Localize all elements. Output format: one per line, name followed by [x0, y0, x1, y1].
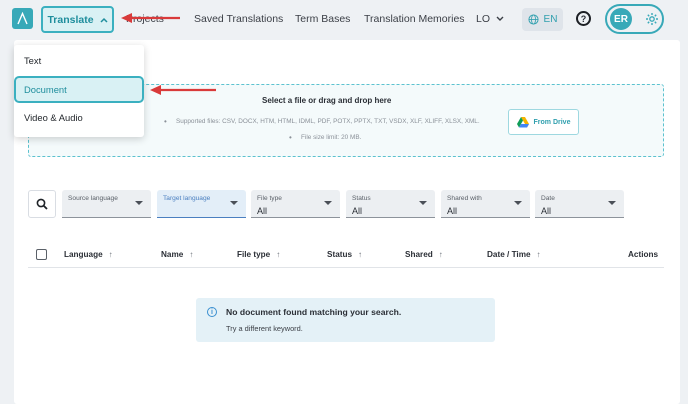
empty-state-banner: i No document found matching your search… — [196, 298, 495, 342]
empty-state-subtitle: Try a different keyword. — [226, 324, 303, 333]
translate-menu-button[interactable]: Translate — [41, 6, 114, 33]
top-navigation: Translate Projects Saved Translations Te… — [0, 0, 688, 42]
column-header-language[interactable]: Language ↑ — [64, 250, 113, 259]
filter-shared-with[interactable]: Shared with All — [441, 190, 530, 218]
translate-label: Translate — [47, 13, 94, 26]
drop-zone-title: Select a file or drag and drop here — [262, 96, 392, 105]
supported-files-text: Supported files: CSV, DOCX, HTM, HTML, I… — [176, 118, 480, 125]
bullet-dot: • — [289, 133, 292, 142]
menu-item-video-audio[interactable]: Video & Audio — [24, 112, 83, 123]
search-icon — [36, 198, 48, 210]
bullet-dot: • — [164, 117, 167, 126]
caret-down-icon — [324, 201, 332, 205]
filter-status[interactable]: Status All — [346, 190, 435, 218]
column-header-name[interactable]: Name ↑ — [161, 250, 193, 259]
from-drive-button[interactable]: From Drive — [508, 109, 579, 135]
search-button[interactable] — [28, 190, 56, 218]
filter-target-language[interactable]: Target language — [157, 190, 246, 218]
filter-date[interactable]: Date All — [535, 190, 624, 218]
file-size-limit-text: File size limit: 20 MB. — [301, 134, 362, 141]
caret-down-icon — [514, 201, 522, 205]
nav-link-term-bases[interactable]: Term Bases — [295, 13, 350, 25]
menu-item-text[interactable]: Text — [24, 55, 41, 66]
language-selector[interactable]: EN — [522, 8, 563, 31]
google-drive-icon — [516, 116, 529, 127]
user-menu[interactable]: ER — [605, 4, 664, 34]
select-all-checkbox[interactable] — [36, 249, 47, 260]
from-drive-label: From Drive — [533, 118, 571, 126]
globe-icon — [528, 14, 539, 25]
sort-arrow-icon: ↑ — [358, 250, 363, 259]
filter-file-type[interactable]: File type All — [251, 190, 340, 218]
caret-down-icon — [135, 201, 143, 205]
nav-link-saved-translations[interactable]: Saved Translations — [194, 13, 283, 25]
lo-label: LO — [476, 13, 491, 25]
app-logo[interactable] — [12, 8, 33, 29]
column-header-actions: Actions — [628, 250, 659, 259]
chevron-down-icon — [496, 16, 504, 21]
caret-down-icon — [608, 201, 616, 205]
sort-arrow-icon: ↑ — [276, 250, 281, 259]
sort-arrow-icon: ↑ — [108, 250, 113, 259]
caret-down-icon — [230, 201, 238, 205]
table-header-divider — [28, 267, 664, 268]
sort-arrow-icon: ↑ — [438, 250, 443, 259]
column-header-date-time[interactable]: Date / Time ↑ — [487, 250, 541, 259]
empty-state-title: No document found matching your search. — [226, 307, 402, 317]
column-header-status[interactable]: Status ↑ — [327, 250, 362, 259]
nav-link-projects[interactable]: Projects — [126, 13, 164, 25]
caret-down-icon — [419, 201, 427, 205]
nav-link-translation-memories[interactable]: Translation Memories — [364, 13, 465, 25]
sort-arrow-icon: ↑ — [189, 250, 194, 259]
column-header-shared[interactable]: Shared ↑ — [405, 250, 443, 259]
column-header-file-type[interactable]: File type ↑ — [237, 250, 280, 259]
filter-source-language[interactable]: Source language — [62, 190, 151, 218]
gear-icon[interactable] — [645, 12, 659, 26]
menu-item-document[interactable]: Document — [14, 76, 144, 103]
chevron-up-icon — [100, 17, 108, 23]
nav-lo-dropdown[interactable]: LO — [476, 13, 504, 25]
help-icon[interactable]: ? — [576, 11, 591, 26]
logo-icon — [17, 12, 28, 25]
translate-dropdown-menu: Text Document Video & Audio — [14, 45, 144, 137]
avatar[interactable]: ER — [610, 8, 632, 30]
info-icon: i — [207, 307, 217, 317]
sort-arrow-icon: ↑ — [536, 250, 541, 259]
language-code: EN — [543, 14, 558, 25]
